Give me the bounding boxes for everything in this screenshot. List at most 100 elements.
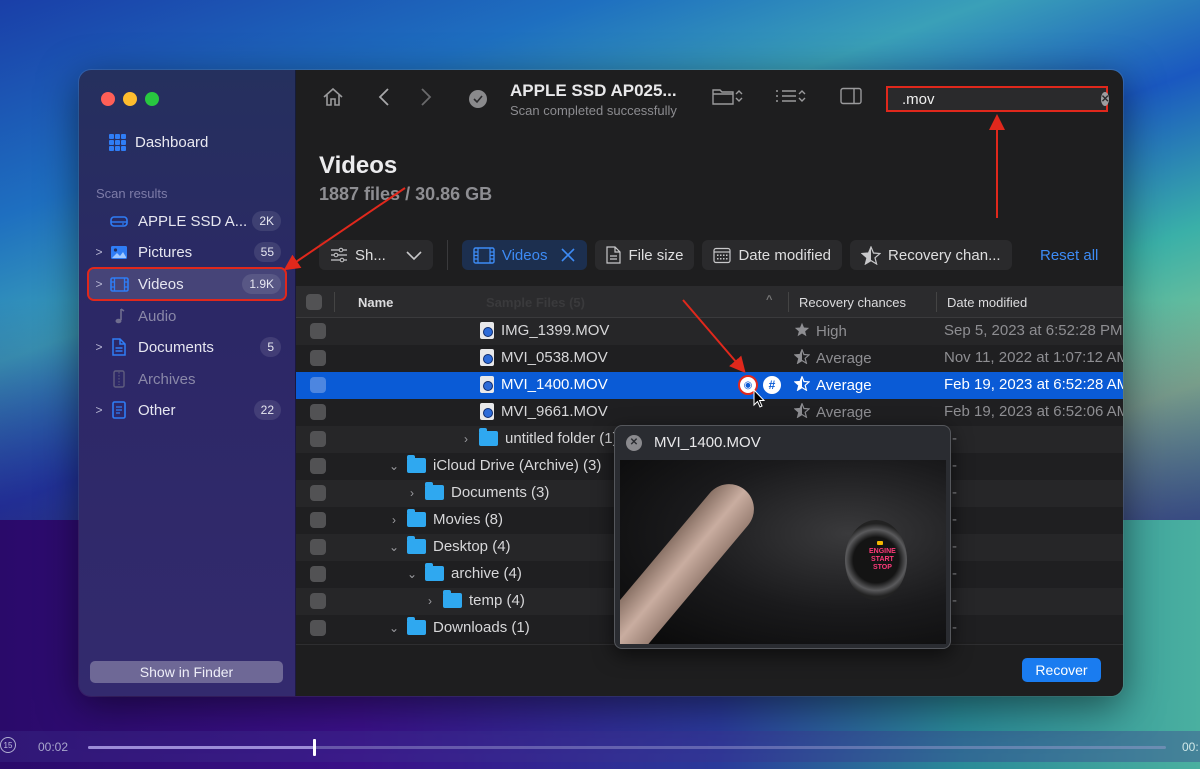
- filter-chip-label: Recovery chan...: [888, 246, 1001, 264]
- show-in-finder-button[interactable]: Show in Finder: [90, 661, 283, 683]
- name-cell: MVI_9661.MOV: [480, 403, 608, 420]
- sidebar-item-label: Documents: [138, 338, 214, 356]
- search-field[interactable]: ✕: [886, 86, 1110, 112]
- file-row[interactable]: MVI_0538.MOV Average Nov 11, 2022 at 1:07:…: [296, 345, 1123, 372]
- sidebar-item-documents[interactable]: > Documents 5: [89, 332, 285, 362]
- row-checkbox[interactable]: [310, 350, 326, 366]
- file-name: IMG_1399.MOV: [501, 322, 610, 339]
- sort-ascending-icon[interactable]: ^: [766, 294, 772, 306]
- name-cell: ⌄ iCloud Drive (Archive) (3): [388, 455, 602, 474]
- chevron-right-icon[interactable]: ›: [424, 594, 436, 608]
- toggle-sidebar-button[interactable]: [840, 87, 862, 105]
- show-filter-dropdown[interactable]: Sh...: [319, 240, 433, 270]
- chevron-right-icon: [421, 88, 432, 106]
- folder-icon: [407, 536, 426, 554]
- forward-button[interactable]: [420, 87, 432, 107]
- date-modified-cell: -: [952, 484, 957, 501]
- recovery-chance-cell: Average: [793, 375, 872, 395]
- column-header-date-modified[interactable]: Date modified: [947, 295, 1027, 310]
- sidebar-item-audio[interactable]: Audio: [89, 301, 285, 331]
- maximize-window-button[interactable]: [145, 92, 159, 106]
- filter-chip-videos[interactable]: Videos: [461, 240, 588, 270]
- select-all-checkbox[interactable]: [306, 294, 322, 310]
- hash-icon[interactable]: #: [763, 376, 781, 394]
- other-file-icon: [109, 401, 129, 419]
- folder-view-menu[interactable]: [712, 87, 744, 105]
- row-checkbox[interactable]: [310, 323, 326, 339]
- playback-scrubber[interactable]: [88, 739, 1166, 756]
- expand-chevron-icon[interactable]: >: [89, 403, 109, 417]
- reset-all-filters-link[interactable]: Reset all: [1040, 247, 1098, 264]
- sidebar-item-apple-ssd-a[interactable]: APPLE SSD A... 2K: [89, 206, 285, 236]
- video-file-icon: [480, 322, 494, 339]
- sidebar-item-pictures[interactable]: > Pictures 55: [89, 237, 285, 267]
- row-checkbox[interactable]: [310, 620, 326, 636]
- music-note-icon: [109, 307, 129, 325]
- ghost-path-label: Sample Files (5): [486, 295, 585, 310]
- expand-chevron-icon[interactable]: >: [89, 277, 109, 291]
- recovery-chance-text: Average: [816, 404, 872, 421]
- chevron-right-icon[interactable]: ›: [460, 432, 472, 446]
- name-cell: MVI_0538.MOV: [480, 349, 608, 366]
- close-preview-icon[interactable]: ✕: [626, 434, 642, 451]
- chevron-down-icon[interactable]: ⌄: [388, 621, 400, 635]
- back-button[interactable]: [378, 87, 390, 107]
- sidebar-item-dashboard[interactable]: Dashboard: [109, 134, 208, 151]
- row-checkbox[interactable]: [310, 566, 326, 582]
- remaining-time: 00:: [1182, 740, 1199, 754]
- row-checkbox[interactable]: [310, 377, 326, 393]
- sidebar-item-label: Videos: [138, 275, 184, 293]
- file-row[interactable]: MVI_1400.MOV Average Feb 19, 2023 at 6:52:…: [296, 372, 1123, 399]
- playback-progress-fill: [88, 746, 315, 749]
- row-checkbox[interactable]: [310, 539, 326, 555]
- close-window-button[interactable]: [101, 92, 115, 106]
- filter-chip-recovery-chances[interactable]: Recovery chan...: [850, 240, 1012, 270]
- row-checkbox[interactable]: [310, 512, 326, 528]
- video-preview-frame[interactable]: ENGINE START STOP: [620, 460, 946, 644]
- minimize-window-button[interactable]: [123, 92, 137, 106]
- scan-results-heading: Scan results: [96, 186, 168, 201]
- sidebar-panel-icon: [840, 87, 862, 105]
- recovery-chance-cell: Average: [793, 348, 872, 368]
- expand-chevron-icon[interactable]: >: [89, 245, 109, 259]
- preview-eye-icon[interactable]: ◉: [738, 375, 758, 395]
- app-window: Dashboard Scan results APPLE SSD A... 2K >…: [79, 70, 1123, 696]
- recovery-chance-text: Average: [816, 377, 872, 394]
- sidebar-item-videos[interactable]: > Videos 1.9K: [87, 267, 287, 301]
- recover-button[interactable]: Recover: [1022, 658, 1101, 682]
- filter-chip-file-size[interactable]: File size: [595, 240, 695, 270]
- playback-thumb[interactable]: [313, 739, 317, 756]
- sidebar-item-other[interactable]: > Other 22: [89, 395, 285, 425]
- list-view-menu[interactable]: [775, 87, 807, 105]
- show-filter-label: Sh...: [355, 246, 386, 264]
- file-count-summary: 1887 files / 30.86 GB: [319, 184, 493, 204]
- filter-chip-date-modified[interactable]: Date modified: [702, 240, 843, 270]
- row-checkbox[interactable]: [310, 404, 326, 420]
- home-button[interactable]: [322, 87, 344, 107]
- folder-icon: [479, 428, 498, 446]
- expand-chevron-icon[interactable]: >: [89, 340, 109, 354]
- folder-name: iCloud Drive (Archive) (3): [433, 457, 602, 474]
- chevron-down-icon[interactable]: ⌄: [406, 567, 418, 581]
- folder-icon: [407, 509, 426, 527]
- chevron-right-icon[interactable]: ›: [388, 513, 400, 527]
- file-row[interactable]: MVI_9661.MOV Average Feb 19, 2023 at 6:52:…: [296, 399, 1123, 426]
- row-checkbox[interactable]: [310, 431, 326, 447]
- file-name: MVI_0538.MOV: [501, 349, 608, 366]
- video-file-icon: [480, 376, 494, 393]
- chevron-down-icon[interactable]: ⌄: [388, 540, 400, 554]
- sidebar-item-label: Other: [138, 401, 176, 419]
- search-input[interactable]: [902, 90, 1101, 108]
- row-checkbox[interactable]: [310, 593, 326, 609]
- chevron-right-icon[interactable]: ›: [406, 486, 418, 500]
- row-checkbox[interactable]: [310, 458, 326, 474]
- clear-search-icon[interactable]: ✕: [1101, 92, 1110, 106]
- row-checkbox[interactable]: [310, 485, 326, 501]
- chevron-down-icon[interactable]: ⌄: [388, 459, 400, 473]
- file-row[interactable]: IMG_1399.MOV High Sep 5, 2023 at 6:52:28 P…: [296, 318, 1123, 345]
- updown-chevron-icon: [735, 90, 743, 102]
- sidebar-item-archives[interactable]: Archives: [89, 364, 285, 394]
- column-header-name[interactable]: Name: [358, 295, 393, 310]
- skip-back-15-icon[interactable]: 15: [0, 737, 16, 753]
- column-header-recovery-chances[interactable]: Recovery chances: [799, 295, 906, 310]
